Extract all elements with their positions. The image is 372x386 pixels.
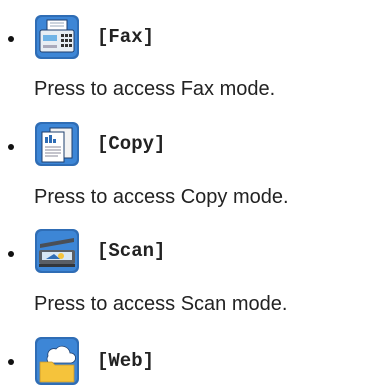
fax-description: Press to access Fax mode. [34, 78, 276, 100]
scan-description: Press to access Scan mode. [34, 293, 288, 315]
copy-button-label: [Copy] [97, 133, 166, 155]
copy-description: Press to access Copy mode. [34, 186, 289, 208]
web-cloud-folder-icon[interactable] [34, 336, 80, 385]
copy-document-icon[interactable] [34, 121, 80, 167]
web-button-label: [Web] [97, 350, 155, 372]
bullet [8, 251, 14, 257]
scan-button-label: [Scan] [97, 240, 166, 262]
bullet [8, 359, 14, 365]
fax-button-label: [Fax] [97, 26, 155, 48]
scanner-icon[interactable] [34, 228, 80, 274]
bullet [8, 144, 14, 150]
bullet [8, 36, 14, 42]
fax-machine-icon[interactable] [34, 14, 80, 60]
